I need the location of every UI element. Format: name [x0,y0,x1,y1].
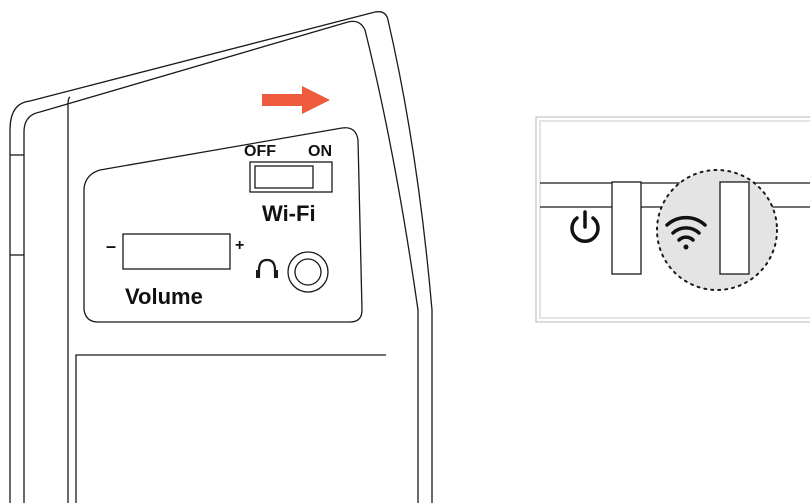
headphone-jack-inner [294,258,322,286]
volume-plus-label: + [235,237,244,254]
detail-panel [535,116,810,323]
wifi-switch-knob[interactable] [254,165,314,189]
power-switch-detail [611,181,642,275]
volume-title: Volume [125,284,203,309]
slide-direction-arrow [262,86,330,114]
wifi-switch-title: Wi-Fi [262,201,316,226]
wifi-off-label: OFF [244,143,276,160]
wifi-switch-detail [719,181,750,275]
volume-minus-label: – [106,236,116,256]
volume-rocker[interactable] [122,233,231,270]
wifi-on-label: ON [308,143,332,160]
device-diagram: OFF ON Wi-Fi – + Volume [9,11,810,503]
